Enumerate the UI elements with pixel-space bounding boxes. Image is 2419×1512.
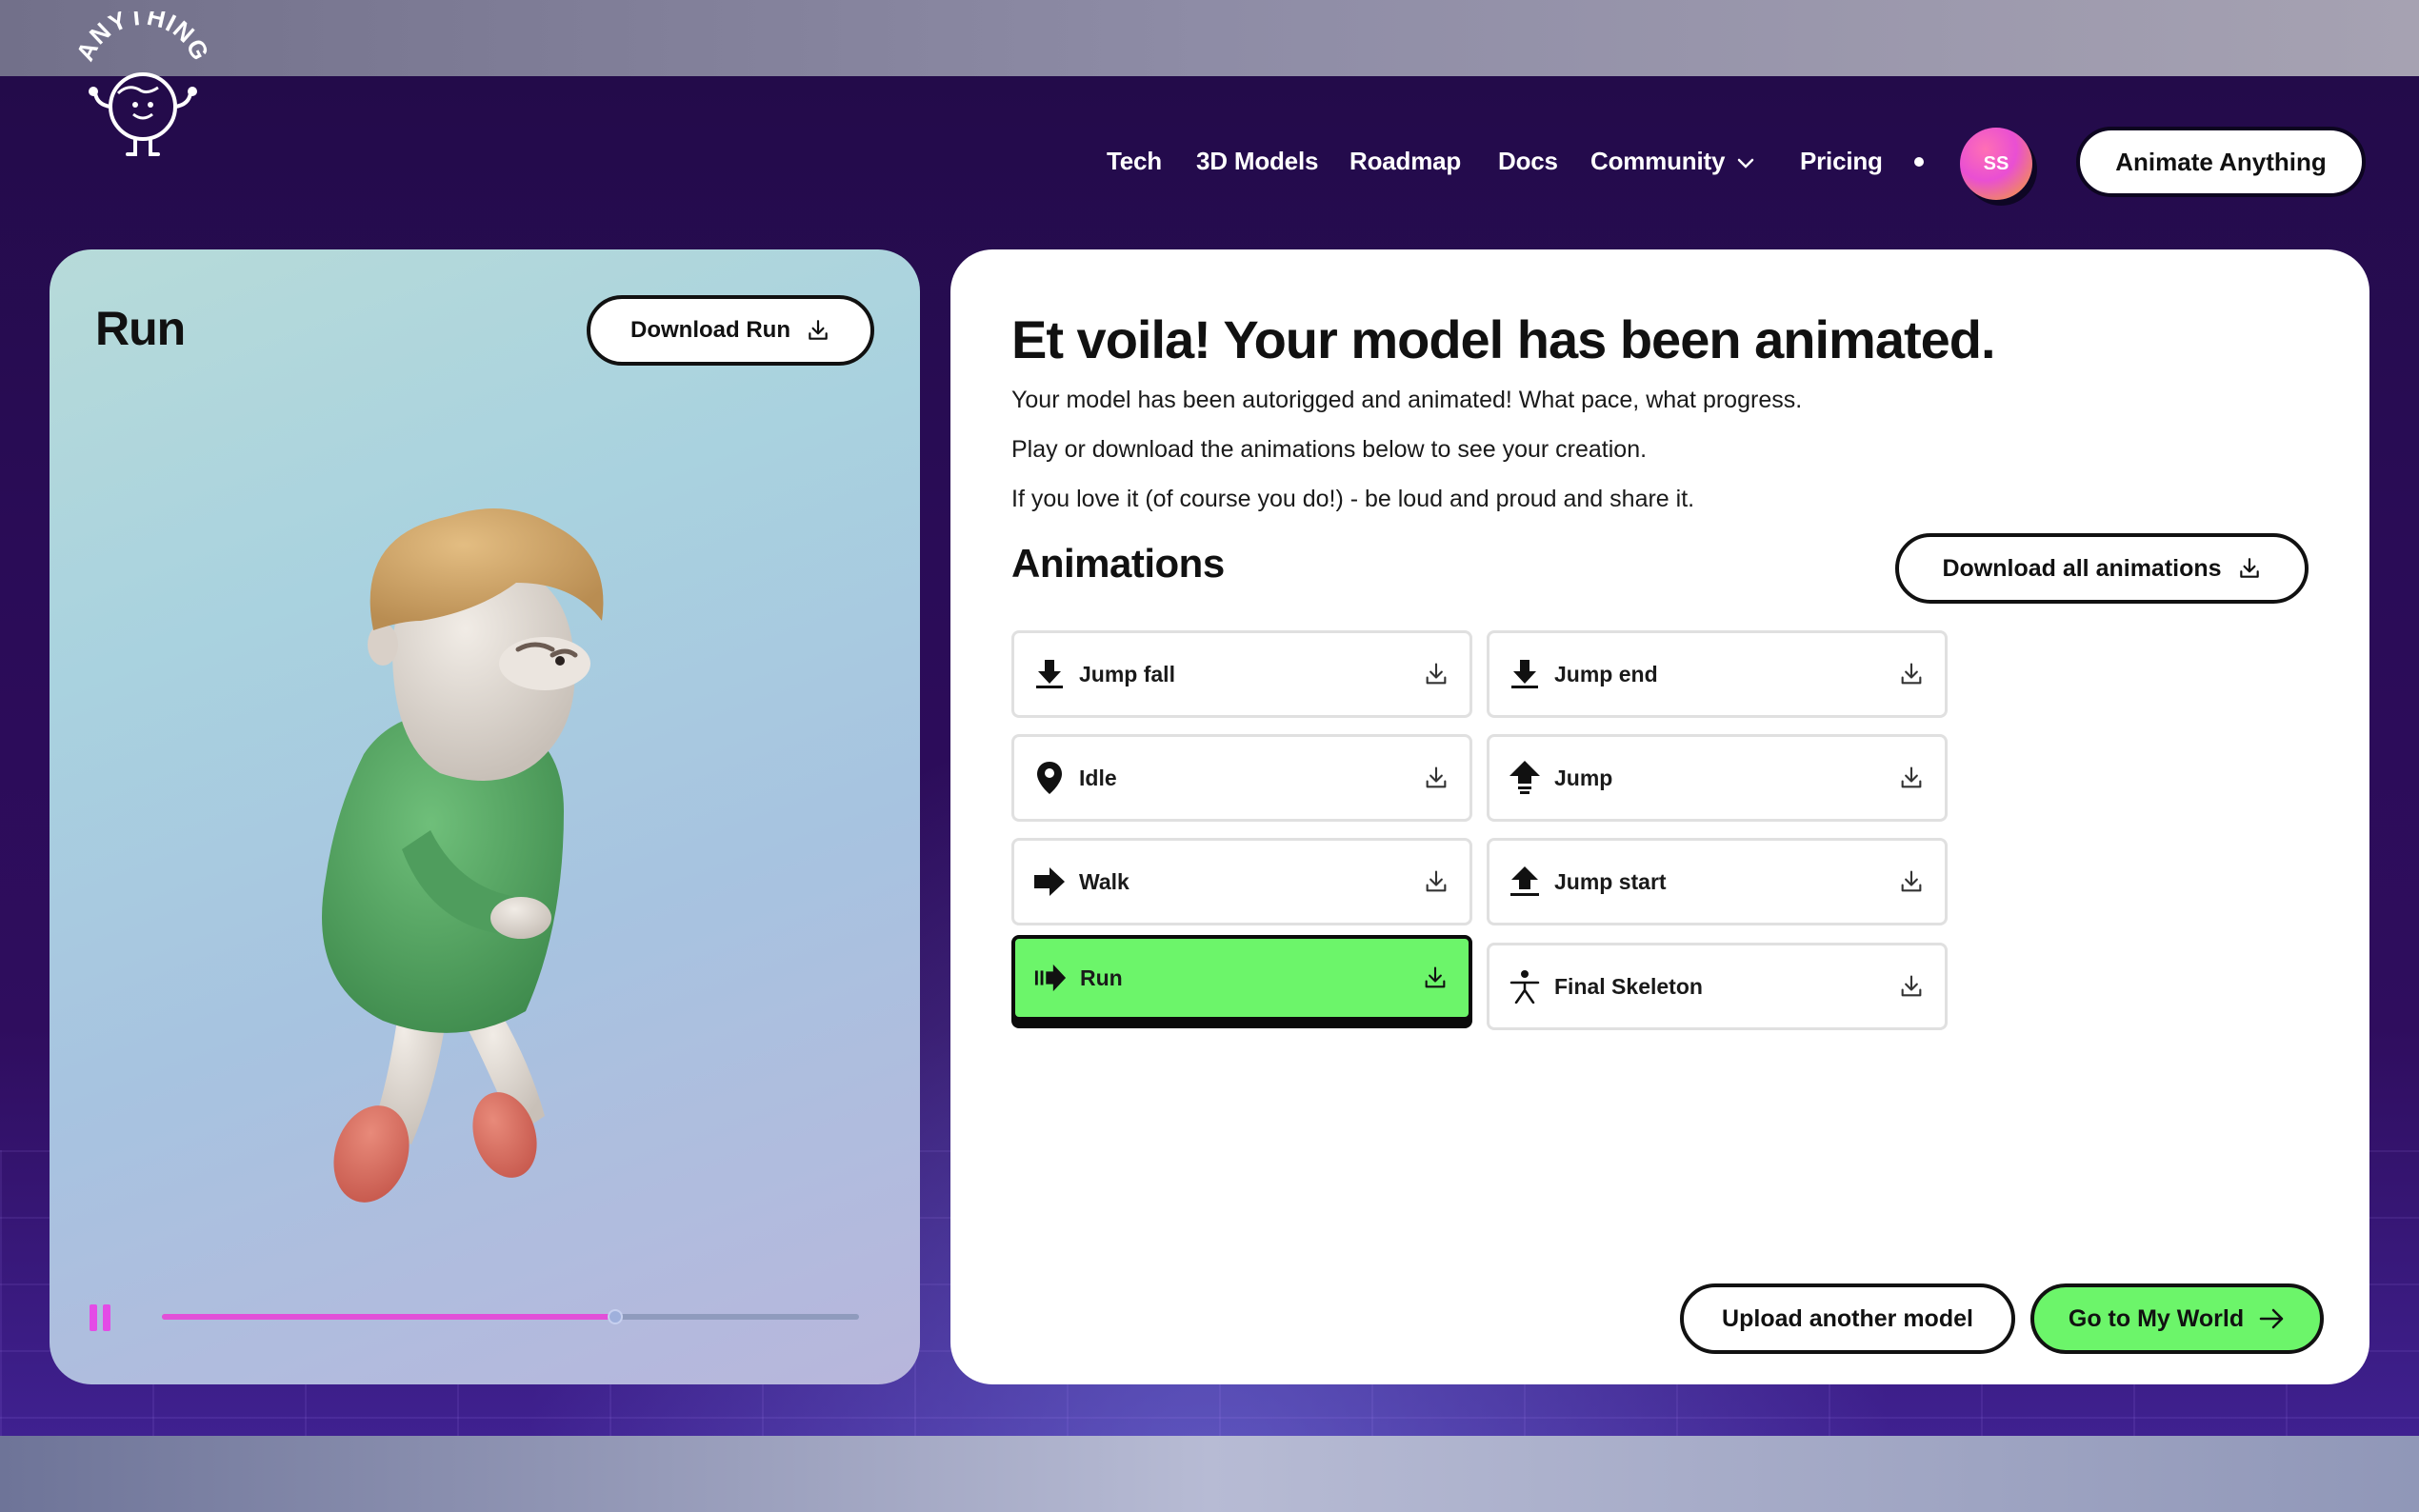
arrow-down-to-line-icon	[1509, 655, 1541, 693]
download-all-animations-button[interactable]: Download all animations	[1895, 533, 2309, 604]
download-icon[interactable]	[1897, 867, 1926, 896]
viewer-title: Run	[95, 302, 186, 355]
animate-anything-button[interactable]: Animate Anything	[2076, 127, 2366, 197]
animation-card-jump-start[interactable]: Jump start	[1487, 838, 1948, 925]
animation-label: Walk	[1079, 868, 1130, 894]
download-icon[interactable]	[1897, 764, 1926, 792]
result-panel: Et voila! Your model has been animated. …	[950, 249, 2369, 1384]
user-avatar[interactable]: SS	[1960, 128, 2032, 200]
bottom-frame-band	[0, 1436, 2419, 1512]
animation-card-jump-fall[interactable]: Jump fall	[1011, 630, 1472, 718]
animations-heading: Animations	[1011, 541, 1225, 586]
playback-progress-fill	[162, 1314, 615, 1320]
animation-card-run[interactable]: Run	[1011, 935, 1472, 1021]
animation-label: Jump	[1554, 765, 1613, 790]
logo-wordmark: ANYTHING	[70, 11, 214, 66]
arrow-right-icon	[1033, 863, 1066, 901]
download-icon[interactable]	[1422, 660, 1450, 688]
arrow-right-icon	[2259, 1308, 2284, 1329]
animation-label: Final Skeleton	[1554, 973, 1703, 999]
map-pin-icon	[1033, 759, 1066, 797]
nav-community-label: Community	[1590, 147, 1726, 175]
description-line-1: Your model has been autorigged and anima…	[1011, 387, 1803, 413]
anything-logo[interactable]: ANYTHING	[69, 11, 217, 164]
download-icon[interactable]	[1422, 764, 1450, 792]
nav-community[interactable]: Community	[1590, 147, 1755, 176]
animation-card-jump[interactable]: Jump	[1487, 734, 1948, 822]
download-icon[interactable]	[1421, 964, 1449, 992]
description-line-2: Play or download the animations below to…	[1011, 436, 1648, 463]
page-title: Et voila! Your model has been animated.	[1011, 309, 1996, 369]
animated-character-model	[322, 508, 604, 1203]
download-run-button[interactable]: Download Run	[587, 295, 874, 366]
model-viewer[interactable]: Run Download Run	[50, 249, 920, 1384]
animation-label: Idle	[1079, 765, 1117, 790]
nav-roadmap[interactable]: Roadmap	[1349, 147, 1461, 176]
fast-forward-arrow-icon	[1034, 959, 1067, 997]
animation-label: Jump fall	[1079, 661, 1175, 686]
animation-card-walk[interactable]: Walk	[1011, 838, 1472, 925]
animation-label: Jump start	[1554, 868, 1667, 894]
animation-card-idle[interactable]: Idle	[1011, 734, 1472, 822]
nav-tech[interactable]: Tech	[1107, 147, 1162, 176]
arrow-up-from-line-icon	[1509, 863, 1541, 901]
upload-another-model-button[interactable]: Upload another model	[1680, 1283, 2015, 1354]
chevron-down-icon	[1737, 158, 1754, 169]
download-run-label: Download Run	[630, 317, 790, 343]
nav-3d-models[interactable]: 3D Models	[1196, 147, 1318, 176]
playback-progress-bar[interactable]	[162, 1309, 859, 1324]
svg-text:ANYTHING: ANYTHING	[70, 11, 215, 66]
arrow-up-icon	[1509, 759, 1541, 797]
pause-icon[interactable]	[90, 1304, 114, 1331]
skeleton-figure-icon	[1509, 967, 1541, 1005]
download-all-label: Download all animations	[1942, 554, 2222, 582]
download-icon[interactable]	[1897, 660, 1926, 688]
animation-card-jump-end[interactable]: Jump end	[1487, 630, 1948, 718]
download-icon	[809, 320, 828, 340]
nav-docs[interactable]: Docs	[1498, 147, 1558, 176]
go-to-my-world-label: Go to My World	[2068, 1304, 2245, 1332]
download-icon[interactable]	[1897, 972, 1926, 1001]
go-to-my-world-button[interactable]: Go to My World	[2030, 1283, 2324, 1354]
animation-label: Jump end	[1554, 661, 1658, 686]
animation-card-final-skeleton[interactable]: Final Skeleton	[1487, 943, 1948, 1030]
nav-pricing[interactable]: Pricing	[1800, 147, 1883, 176]
animation-label: Run	[1080, 965, 1123, 990]
top-frame-band	[0, 0, 2419, 76]
download-icon[interactable]	[1422, 867, 1450, 896]
playback-scrubber-handle[interactable]	[607, 1309, 623, 1324]
nav-separator-dot	[1914, 157, 1924, 167]
description-line-3: If you love it (of course you do!) - be …	[1011, 486, 1695, 512]
arrow-down-to-line-icon	[1033, 655, 1066, 693]
download-icon	[2239, 558, 2259, 578]
